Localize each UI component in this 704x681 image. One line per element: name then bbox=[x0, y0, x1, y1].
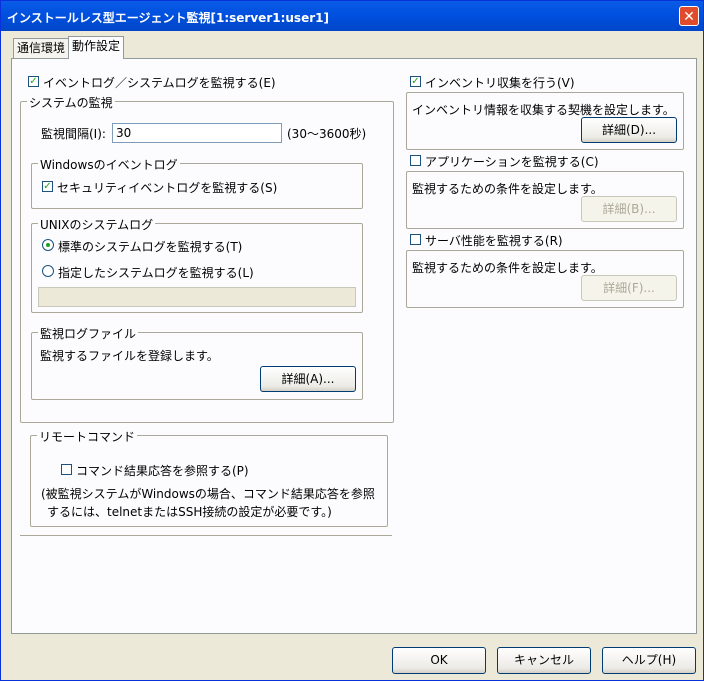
inventory-details-button[interactable]: 詳細(D)... bbox=[581, 117, 677, 143]
command-response-checkbox[interactable] bbox=[61, 464, 72, 475]
help-label: ヘルプ(H) bbox=[621, 653, 677, 667]
application-details-label: 詳細(B)... bbox=[602, 202, 656, 216]
tab-operation-settings-label: 動作設定 bbox=[72, 39, 121, 53]
inventory-group: インベントリ情報を収集する契機を設定します。 詳細(D)... bbox=[406, 92, 684, 150]
specified-syslog-radio[interactable] bbox=[42, 265, 54, 277]
tab-communication-label: 通信環境 bbox=[17, 41, 66, 55]
application-checkbox[interactable] bbox=[410, 155, 421, 166]
interval-label: 監視間隔(I): bbox=[41, 127, 106, 141]
remote-command-title: リモートコマンド bbox=[37, 428, 138, 445]
log-file-title: 監視ログファイル bbox=[38, 325, 139, 342]
remote-note-line2: するには、telnetまたはSSH接続の設定が必要です。) bbox=[47, 505, 332, 519]
cancel-button[interactable]: キャンセル bbox=[497, 647, 591, 674]
tab-panel: イベントログ／システムログを監視する(E) システムの監視 監視間隔(I): 3… bbox=[11, 58, 697, 634]
ok-button[interactable]: OK bbox=[392, 647, 486, 674]
close-icon: ✕ bbox=[683, 9, 695, 25]
remote-note-line1: (被監視システムがWindowsの場合、コマンド結果応答を参照 bbox=[41, 487, 375, 501]
title-bar[interactable]: インストールレス型エージェント監視[1:server1:user1] ✕ bbox=[1, 1, 703, 31]
standard-syslog-radio[interactable] bbox=[42, 239, 54, 251]
interval-input[interactable]: 30 bbox=[112, 123, 282, 143]
standard-syslog-label[interactable]: 標準のシステムログを監視する(T) bbox=[58, 238, 242, 255]
server-performance-details-button[interactable]: 詳細(F)... bbox=[581, 275, 677, 301]
left-column-bottom-border bbox=[20, 535, 392, 536]
interval-value: 30 bbox=[116, 126, 132, 140]
help-button[interactable]: ヘルプ(H) bbox=[602, 647, 696, 674]
system-monitor-title: システムの監視 bbox=[27, 94, 115, 111]
application-description: 監視するための条件を設定します。 bbox=[412, 182, 603, 196]
ok-label: OK bbox=[430, 653, 448, 667]
specified-syslog-label[interactable]: 指定したシステムログを監視する(L) bbox=[58, 264, 254, 281]
application-label[interactable]: アプリケーションを監視する(C) bbox=[425, 153, 599, 170]
server-performance-details-label: 詳細(F)... bbox=[603, 281, 655, 295]
inventory-checkbox[interactable] bbox=[410, 76, 421, 87]
inventory-label[interactable]: インベントリ収集を行う(V) bbox=[425, 74, 575, 91]
inventory-details-label: 詳細(D)... bbox=[601, 123, 657, 137]
application-details-button[interactable]: 詳細(B)... bbox=[581, 196, 677, 222]
remote-command-group: リモートコマンド コマンド結果応答を参照する(P) (被監視システムがWindo… bbox=[30, 428, 388, 527]
security-eventlog-checkbox[interactable] bbox=[42, 181, 53, 192]
syslog-path-input[interactable] bbox=[38, 287, 356, 307]
server-performance-label[interactable]: サーバ性能を監視する(R) bbox=[425, 232, 563, 249]
command-response-label[interactable]: コマンド結果応答を参照する(P) bbox=[76, 462, 249, 479]
unix-syslog-title: UNIXのシステムログ bbox=[38, 216, 156, 233]
dialog-window: インストールレス型エージェント監視[1:server1:user1] ✕ 通信環… bbox=[0, 0, 704, 681]
windows-eventlog-title: Windowsのイベントログ bbox=[38, 156, 180, 173]
log-file-description: 監視するファイルを登録します。 bbox=[40, 349, 219, 363]
inventory-description: インベントリ情報を収集する契機を設定します。 bbox=[412, 103, 675, 117]
log-file-details-button[interactable]: 詳細(A)... bbox=[260, 366, 356, 392]
unix-syslog-group: UNIXのシステムログ 標準のシステムログを監視する(T) 指定したシステムログ… bbox=[31, 216, 363, 313]
security-eventlog-label[interactable]: セキュリティイベントログを監視する(S) bbox=[57, 179, 277, 196]
window-title: インストールレス型エージェント監視[1:server1:user1] bbox=[7, 11, 329, 25]
log-file-group: 監視ログファイル 監視するファイルを登録します。 詳細(A)... bbox=[31, 325, 363, 400]
close-button[interactable]: ✕ bbox=[679, 6, 699, 26]
server-performance-group: 監視するための条件を設定します。 詳細(F)... bbox=[406, 250, 684, 308]
application-group: 監視するための条件を設定します。 詳細(B)... bbox=[406, 171, 684, 229]
interval-hint: (30～3600秒) bbox=[287, 127, 367, 141]
windows-eventlog-group: Windowsのイベントログ セキュリティイベントログを監視する(S) bbox=[31, 156, 363, 209]
log-file-details-label: 詳細(A)... bbox=[281, 372, 335, 386]
log-monitor-label[interactable]: イベントログ／システムログを監視する(E) bbox=[43, 74, 276, 91]
server-performance-checkbox[interactable] bbox=[410, 234, 421, 245]
log-monitor-checkbox[interactable] bbox=[28, 76, 39, 87]
system-monitor-group: システムの監視 監視間隔(I): 30 (30～3600秒) Windowsのイ… bbox=[20, 94, 394, 423]
cancel-label: キャンセル bbox=[513, 653, 574, 667]
server-performance-description: 監視するための条件を設定します。 bbox=[412, 261, 603, 275]
tab-communication[interactable]: 通信環境 bbox=[13, 38, 70, 58]
tab-operation-settings[interactable]: 動作設定 bbox=[68, 36, 125, 59]
